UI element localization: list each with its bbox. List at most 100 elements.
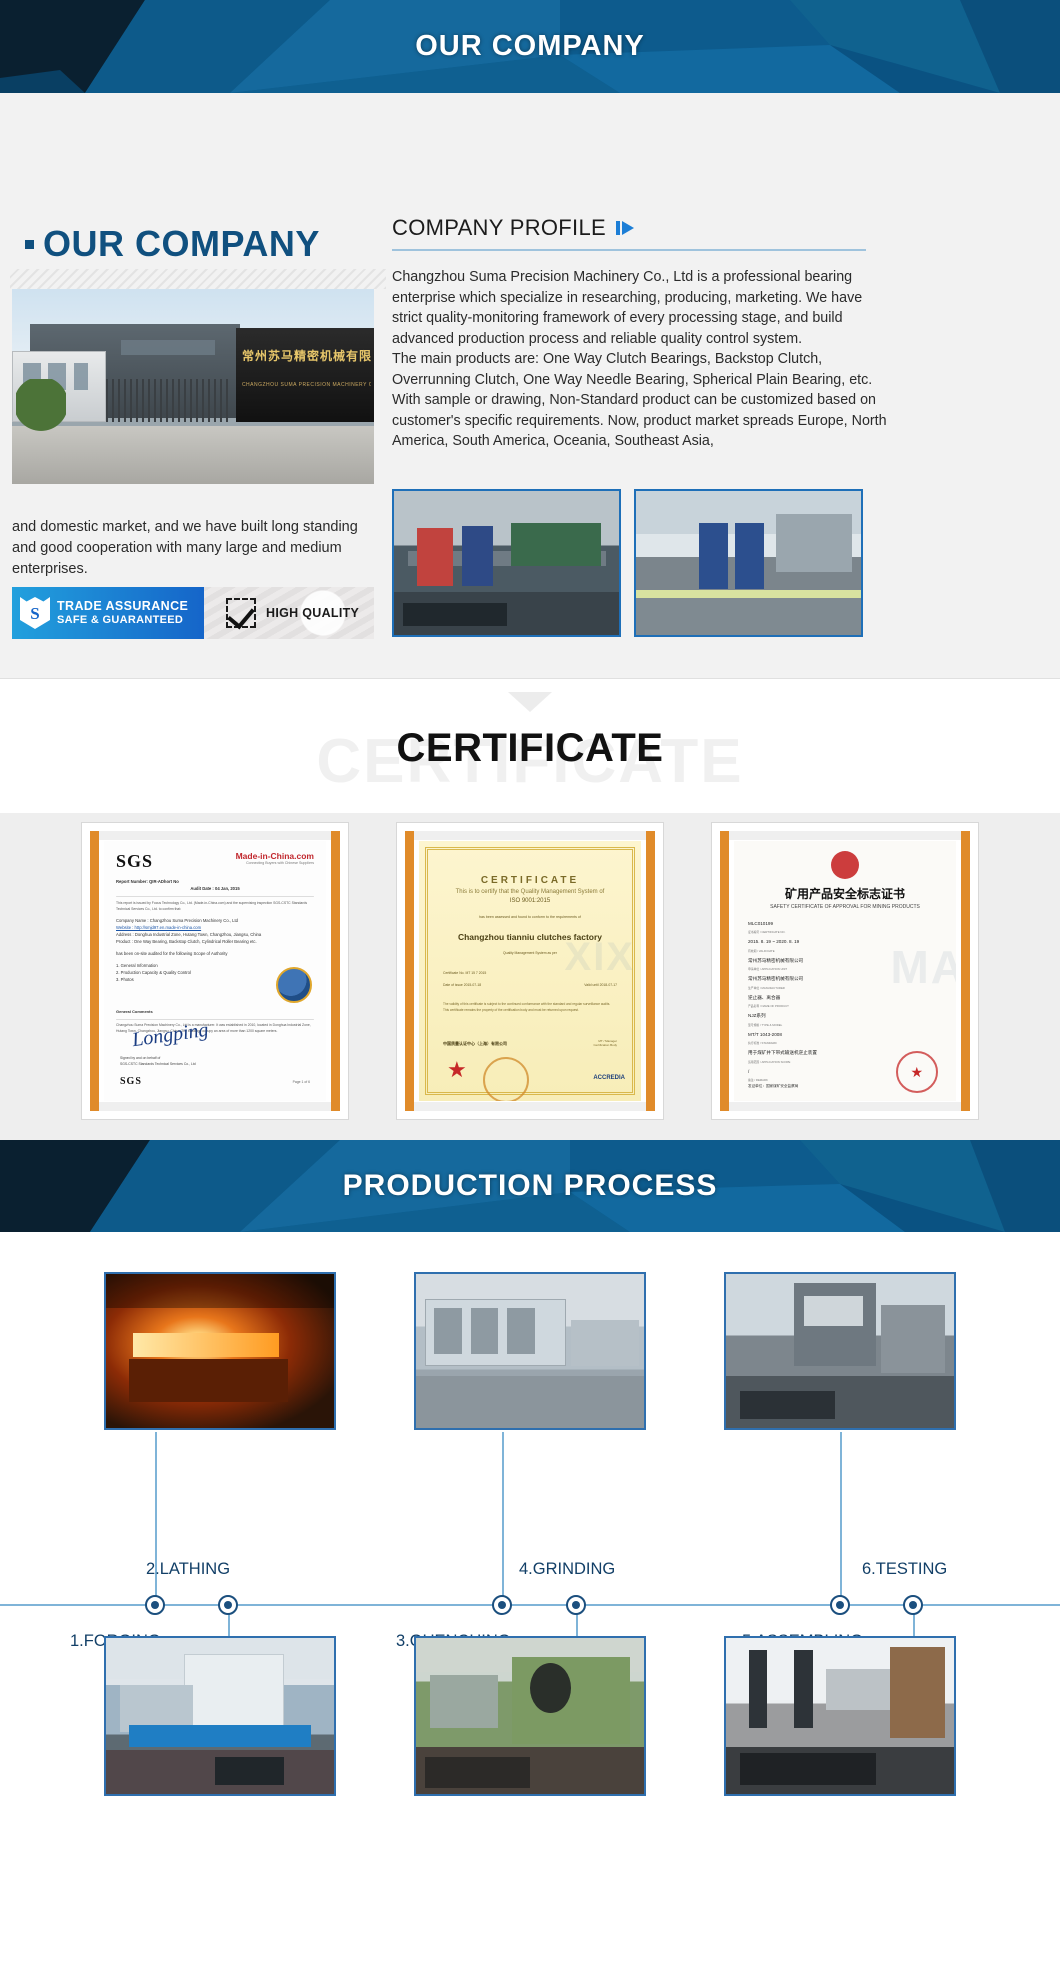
sgs-field: Report Number: QIR-ADhort No — [116, 879, 179, 884]
process-node-6[interactable] — [903, 1595, 923, 1615]
mining-row-label: 执行标准 / STANDARD — [748, 1041, 777, 1046]
play-arrow-icon — [615, 221, 634, 235]
mining-row-value: / — [748, 1068, 750, 1074]
process-stem — [502, 1432, 504, 1605]
production-process-section: 1.FORGING 2.LATHING 3.QUENCHING 4.GRINDI… — [0, 1232, 1060, 1963]
process-stem — [155, 1432, 157, 1605]
process-node-5[interactable] — [830, 1595, 850, 1615]
high-quality-label: HIGH QUALITY — [266, 606, 360, 620]
trade-assurance-subtitle: SAFE & GUARANTEED — [57, 613, 184, 626]
iso-certificate-title: CERTIFICATE — [480, 875, 580, 886]
process-image-testing — [724, 1636, 956, 1796]
iso-issue-label: Certificate No. — [443, 970, 465, 975]
sgs-scope-item: 1. General Information — [116, 962, 158, 968]
mining-row-value: 常州苏马精密机械有限公司 — [748, 957, 804, 963]
workshop-photo-row — [392, 489, 863, 637]
mining-issuer: 发证单位：国家煤矿安全监察局 — [748, 1084, 799, 1088]
page-title: OUR COMPANY — [25, 223, 320, 265]
sgs-page-label: Page 1 of 6 — [292, 1079, 310, 1084]
certificate-card-row: SGS Made-in-China.com Connecting Buyers … — [0, 823, 1060, 1133]
certificate-card-sgs: SGS Made-in-China.com Connecting Buyers … — [82, 823, 348, 1119]
profile-paragraph-1: Changzhou Suma Precision Machinery Co., … — [392, 269, 863, 347]
shield-icon: S — [20, 597, 50, 629]
section-divider — [0, 678, 1060, 679]
sgs-comments-label: General Comments — [116, 1008, 153, 1014]
workshop-photo-2 — [634, 489, 863, 637]
iso-certificate-intro: This is to certify that the Quality Mana… — [455, 889, 605, 895]
process-image-lathing — [104, 1636, 336, 1796]
company-section: OUR COMPANY 常州苏马精密机械有限公司 CHANGZHOU SUMA … — [0, 93, 1060, 678]
process-stem — [840, 1432, 842, 1605]
sgs-signed-org: SGS-CSTC Standards Technical Services Co… — [120, 1061, 196, 1066]
sgs-logo-footer: SGS — [120, 1076, 142, 1087]
mining-row-label: 产品名称 / NAME OF PRODUCT — [748, 1004, 789, 1009]
mining-row-label: 型号规格 / TYPE & MODEL — [748, 1022, 783, 1027]
diagonal-hatch-decoration — [10, 269, 386, 289]
banner-title: PRODUCTION PROCESS — [342, 1169, 718, 1202]
sgs-logo: SGS — [116, 851, 154, 871]
process-image-grinding — [414, 1636, 646, 1796]
checkmark-icon — [226, 598, 256, 628]
banner-title: OUR COMPANY — [415, 30, 645, 62]
sgs-field: Company Name : Changzhou Suma Precision … — [116, 917, 238, 923]
bullet-square-icon — [25, 240, 34, 249]
production-bottom-images — [0, 1636, 1060, 1796]
factory-sign-chinese: 常州苏马精密机械有限公司 — [241, 348, 372, 363]
certificate-title: CERTIFICATE — [396, 726, 664, 770]
workshop-photo-1 — [392, 489, 621, 637]
mining-row-value: 逆止器、离合器 — [748, 994, 781, 1000]
process-node-3[interactable] — [492, 1595, 512, 1615]
page-title-text: OUR COMPANY — [43, 223, 320, 264]
profile-paragraph-2: The main products are: One Way Clutch Be… — [392, 351, 887, 449]
mining-row-value: 常州苏马精密机械有限公司 — [748, 976, 804, 982]
production-top-images — [0, 1272, 1060, 1430]
high-quality-badge: HIGH QUALITY — [204, 587, 374, 639]
mining-certificate-subtitle: SAFETY CERTIFICATE OF APPROVAL FOR MININ… — [770, 904, 920, 910]
trade-assurance-badge: S TRADE ASSURANCE SAFE & GUARANTEED — [12, 587, 204, 639]
factory-photo: 常州苏马精密机械有限公司 CHANGZHOU SUMA PRECISION MA… — [12, 289, 374, 484]
process-label-grinding: 4.GRINDING — [519, 1560, 616, 1578]
national-emblem-icon — [831, 851, 859, 879]
iso-expire-label: Valid until — [584, 982, 599, 987]
process-node-2[interactable] — [218, 1595, 238, 1615]
sgs-field: Address : Donghua Industrial Zone, Hutan… — [116, 932, 262, 938]
company-profile-body: Changzhou Suma Precision Machinery Co., … — [392, 267, 890, 452]
company-profile-heading-text: COMPANY PROFILE — [392, 215, 606, 240]
iso-expire-value: 2018-07-17 — [599, 982, 617, 987]
iso-footer-org: 中国质量认证中心（上海）有限公司 — [443, 1040, 507, 1046]
certificate-section: CERTIFICATE CERTIFICATE SGS Made-in-Chin… — [0, 678, 1060, 1140]
medal-icon — [276, 967, 312, 1003]
certificate-card-mining: 矿用产品安全标志证书 SAFETY CERTIFICATE OF APPROVA… — [712, 823, 978, 1119]
certificate-card-iso: CERTIFICATE This is to certify that the … — [397, 823, 663, 1119]
made-in-china-logo: Made-in-China.com — [235, 851, 314, 861]
made-in-china-tagline: Connecting Buyers with Chinese Suppliers — [246, 861, 314, 865]
iso-watermark: XIX — [564, 934, 635, 979]
iso-scope-text: has been assessed and found to conform t… — [479, 915, 581, 919]
badges-row: S TRADE ASSURANCE SAFE & GUARANTEED HIGH… — [12, 587, 374, 639]
sgs-scope-title: has been on-site audited for the followi… — [116, 951, 228, 957]
process-node-4[interactable] — [566, 1595, 586, 1615]
mining-row-label: 证书编号 / CERTIFICATE NO. — [748, 930, 786, 935]
process-image-quenching — [414, 1272, 646, 1430]
process-label-lathing: 2.LATHING — [146, 1560, 231, 1578]
sgs-field: Product : One Way Bearing, Backstop Clut… — [116, 939, 257, 945]
iso-date-value: 2015-07-18 — [463, 982, 482, 987]
mining-row-value: NJZ系列 — [748, 1013, 766, 1019]
sgs-field: Audit Date : 04 Jan, 2015 — [190, 886, 240, 892]
process-image-forging — [104, 1272, 336, 1430]
profile-divider — [392, 249, 866, 251]
process-label-testing: 6.TESTING — [862, 1560, 948, 1578]
sgs-field: Website : http://smjd97.en.made-in-china… — [116, 924, 202, 930]
mining-row-value: MT/T 1043-2008 — [748, 1031, 782, 1037]
company-left-text: and domestic market, and we have built l… — [12, 519, 358, 577]
round-seal — [483, 1057, 529, 1101]
star-icon: ★ — [910, 1064, 923, 1080]
certificate-title-block: CERTIFICATE CERTIFICATE — [0, 726, 1060, 796]
mining-watermark: MA — [890, 940, 956, 993]
iso-issue-value: MT 15 7 2015 — [465, 970, 487, 975]
process-image-assembling — [724, 1272, 956, 1430]
mining-row-value: 用于煤矿井下带式输送机逆止装置 — [748, 1050, 817, 1056]
trade-assurance-title: TRADE ASSURANCE — [57, 599, 189, 614]
process-node-1[interactable] — [145, 1595, 165, 1615]
iso-date-label: Date of issue — [443, 982, 463, 987]
